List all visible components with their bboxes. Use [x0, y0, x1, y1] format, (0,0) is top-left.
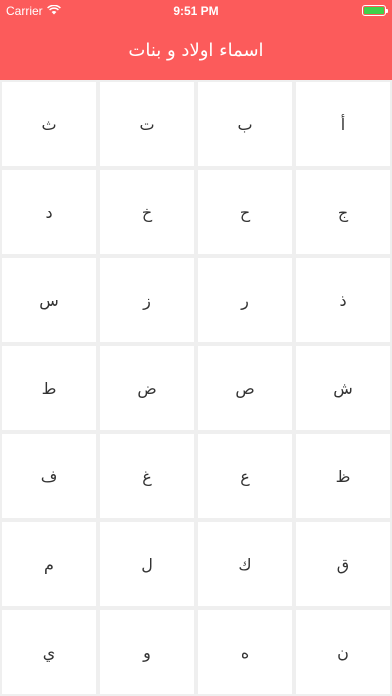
letter-cell[interactable]: ش: [296, 346, 390, 430]
navigation-bar: اسماء اولاد و بنات: [0, 22, 392, 80]
letter-cell[interactable]: ه: [198, 610, 292, 694]
letter-cell[interactable]: ذ: [296, 258, 390, 342]
letter-cell[interactable]: ب: [198, 82, 292, 166]
letter-cell[interactable]: ث: [2, 82, 96, 166]
status-time: 9:51 PM: [173, 4, 219, 18]
status-bar: Carrier 9:51 PM: [0, 0, 392, 22]
battery-icon: [362, 5, 388, 16]
letter-cell[interactable]: ي: [2, 610, 96, 694]
letter-cell[interactable]: أ: [296, 82, 390, 166]
letter-cell[interactable]: ح: [198, 170, 292, 254]
letter-cell[interactable]: خ: [100, 170, 194, 254]
app-screen: Carrier 9:51 PM اسماء اولاد و بنات أ ب ت…: [0, 0, 392, 696]
letter-cell[interactable]: ص: [198, 346, 292, 430]
letter-cell[interactable]: ض: [100, 346, 194, 430]
letter-cell[interactable]: ن: [296, 610, 390, 694]
letter-cell[interactable]: ج: [296, 170, 390, 254]
letter-cell[interactable]: ر: [198, 258, 292, 342]
letter-cell[interactable]: ع: [198, 434, 292, 518]
letters-grid: أ ب ت ث ج ح خ د ذ ر ز س ش ص ض ط ظ ع غ ف …: [0, 80, 392, 696]
letter-cell[interactable]: س: [2, 258, 96, 342]
letter-cell[interactable]: ط: [2, 346, 96, 430]
letter-cell[interactable]: ك: [198, 522, 292, 606]
letter-cell[interactable]: و: [100, 610, 194, 694]
letter-cell[interactable]: ف: [2, 434, 96, 518]
page-title: اسماء اولاد و بنات: [128, 39, 264, 61]
battery-level: [364, 7, 384, 14]
letter-cell[interactable]: د: [2, 170, 96, 254]
letter-cell[interactable]: م: [2, 522, 96, 606]
letter-cell[interactable]: غ: [100, 434, 194, 518]
letter-cell[interactable]: ل: [100, 522, 194, 606]
letter-cell[interactable]: ت: [100, 82, 194, 166]
letter-cell[interactable]: ق: [296, 522, 390, 606]
letter-cell[interactable]: ظ: [296, 434, 390, 518]
letter-cell[interactable]: ز: [100, 258, 194, 342]
